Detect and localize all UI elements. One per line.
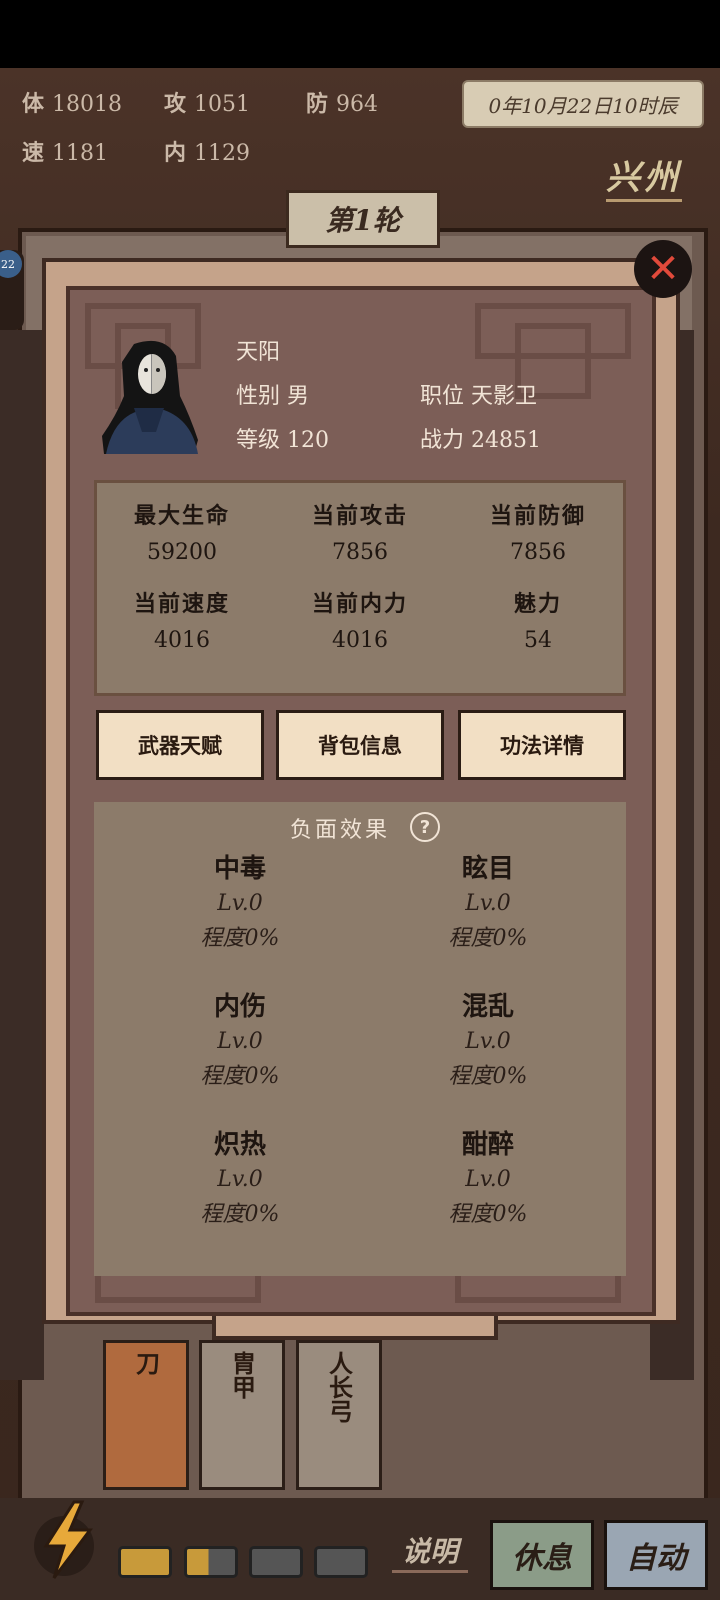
effect-item: 中毒 Lv.0 程度0% [200, 854, 280, 951]
hero-power: 战力 24851 [420, 428, 541, 453]
lightning-icon[interactable] [34, 1500, 102, 1580]
item-card[interactable]: 人长弓 [296, 1340, 382, 1490]
stat-speed: 速 1181 [22, 140, 109, 166]
hero-portrait [102, 340, 198, 454]
hero-level: 等级 120 [236, 428, 329, 453]
auto-button[interactable]: 自动 [604, 1520, 708, 1590]
effect-item: 酣醉 Lv.0 程度0% [448, 1130, 528, 1227]
game-date: 0年10月22日10时辰 [462, 80, 704, 128]
close-icon[interactable]: ✕ [634, 240, 692, 298]
rest-button[interactable]: 休息 [490, 1520, 594, 1590]
hero-gender: 性别 男 [236, 384, 309, 409]
energy-slot [249, 1546, 303, 1578]
location-label[interactable]: 兴州 [606, 150, 682, 202]
status-bar [0, 0, 720, 68]
item-card[interactable]: 刀 [103, 1340, 189, 1490]
attribute-charm: 魅力 54 [513, 591, 562, 653]
effect-item: 眩目 Lv.0 程度0% [448, 854, 528, 951]
effect-item: 混乱 Lv.0 程度0% [448, 992, 528, 1089]
background-left-edge [0, 330, 44, 1380]
weapon-talent-button[interactable]: 武器天赋 [96, 710, 264, 780]
energy-slot [184, 1546, 238, 1578]
effect-item: 炽热 Lv.0 程度0% [200, 1130, 280, 1227]
skill-details-button[interactable]: 功法详情 [458, 710, 626, 780]
hero-name: 天阳 [236, 340, 281, 365]
stat-inner: 内 1129 [164, 140, 251, 166]
hero-position: 职位 天影卫 [420, 384, 537, 409]
inventory-info-button[interactable]: 背包信息 [276, 710, 444, 780]
energy-slot [118, 1546, 172, 1578]
attribute-speed: 当前速度 4016 [133, 591, 230, 653]
energy-slot [314, 1546, 368, 1578]
effect-item: 内伤 Lv.0 程度0% [200, 992, 280, 1089]
help-icon[interactable]: ? [410, 812, 440, 842]
round-label: 第1轮 [286, 190, 440, 248]
attribute-max-hp: 最大生命 59200 [133, 503, 230, 565]
attribute-defense: 当前防御 7856 [489, 503, 586, 565]
stat-constitution: 体 18018 [22, 91, 123, 117]
attribute-inner-power: 当前内力 4016 [311, 591, 408, 653]
attribute-attack: 当前攻击 7856 [311, 503, 408, 565]
stat-attack: 攻 1051 [164, 91, 251, 117]
item-card[interactable]: 胄甲 [199, 1340, 285, 1490]
stat-defense: 防 964 [306, 91, 379, 117]
explain-button[interactable]: 说明 [392, 1530, 469, 1573]
effects-title: 负面效果 [290, 818, 391, 843]
